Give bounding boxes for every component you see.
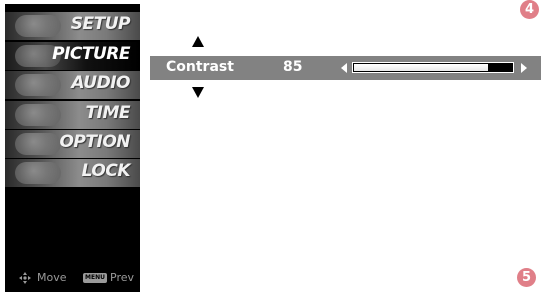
menu-item-audio[interactable]: AUDIO	[5, 71, 140, 99]
menu-item-setup[interactable]: SETUP	[5, 12, 140, 40]
contrast-slider[interactable]	[352, 62, 514, 73]
right-triangle-icon[interactable]	[521, 63, 527, 73]
setting-label: Contrast	[166, 59, 234, 75]
menu-item-time[interactable]: TIME	[5, 101, 140, 129]
clock-icon	[15, 104, 61, 126]
menu-item-option[interactable]: OPTION	[5, 130, 140, 158]
up-arrow-icon[interactable]	[192, 36, 204, 47]
menu-item-label: TIME	[85, 103, 131, 123]
menu-item-label: LOCK	[81, 161, 131, 181]
down-arrow-icon[interactable]	[192, 87, 204, 98]
setting-value: 85	[283, 59, 303, 75]
osd-menu-sidebar: SETUP PICTURE AUDIO TIME OPTION LOCK Mov…	[5, 4, 140, 292]
osd-footer: Move MENU Prev	[5, 270, 140, 286]
step-number-badge: 5	[517, 268, 536, 287]
move-hint: Move	[37, 271, 67, 284]
menu-item-lock[interactable]: LOCK	[5, 159, 140, 187]
step-number-badge: 4	[520, 0, 539, 19]
prev-hint: Prev	[110, 271, 134, 284]
menu-item-label: OPTION	[59, 132, 130, 152]
dial-lock-icon	[15, 162, 61, 184]
menu-key-badge: MENU	[83, 273, 107, 283]
left-triangle-icon[interactable]	[341, 63, 347, 73]
menu-item-label: AUDIO	[71, 73, 130, 93]
move-cross-icon	[19, 272, 31, 284]
menu-item-picture[interactable]: PICTURE	[5, 42, 140, 70]
menu-item-label: PICTURE	[52, 44, 130, 64]
contrast-adjust-bar[interactable]: Contrast 85	[150, 56, 541, 80]
menu-item-label: SETUP	[70, 14, 131, 34]
slider-fill	[354, 64, 488, 71]
satellite-dish-icon	[15, 15, 61, 37]
option-tag-icon	[15, 133, 61, 155]
speaker-icon	[15, 74, 61, 96]
